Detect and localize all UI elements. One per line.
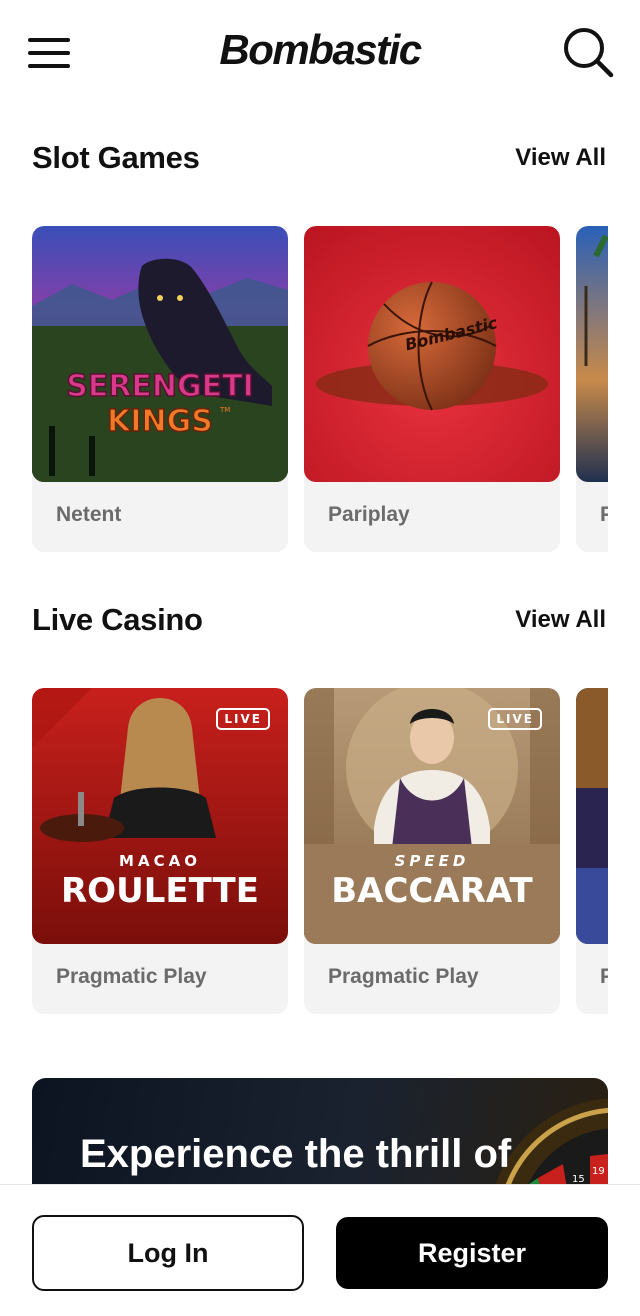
game-thumbnail — [576, 226, 608, 482]
section-title-slot-games: Slot Games — [32, 140, 200, 175]
game-provider-label: P — [600, 965, 608, 988]
game-provider-label: Netent — [56, 503, 122, 526]
banner-headline: Experience the thrill of — [80, 1132, 512, 1176]
art-text-serengeti: SERENGETI — [66, 369, 254, 404]
view-all-live-casino-link[interactable]: View All — [515, 606, 606, 634]
game-thumbnail: SERENGETI KINGS TM — [32, 226, 288, 482]
view-all-slot-games-link[interactable]: View All — [515, 144, 606, 172]
game-provider-label: Pragmatic Play — [56, 965, 207, 988]
section-title-live-casino: Live Casino — [32, 602, 203, 637]
game-thumbnail: MACAO ROULETTE LIVE — [32, 688, 288, 944]
art-text-kings: KINGS — [107, 404, 213, 439]
game-thumbnail: Bombastic — [304, 226, 560, 482]
logo[interactable]: Bombastic — [0, 26, 640, 74]
art-text-trademark: TM — [219, 406, 230, 414]
game-provider-label: Pariplay — [328, 503, 410, 526]
art-text-macao: MACAO — [119, 852, 201, 870]
game-card-partial[interactable]: P — [576, 226, 608, 552]
live-badge: LIVE — [488, 708, 542, 730]
game-provider-label: Pragmatic Play — [328, 965, 479, 988]
header: Bombastic — [0, 0, 640, 100]
game-thumbnail: SPEED BACCARAT LIVE — [304, 688, 560, 944]
game-thumbnail — [576, 688, 608, 944]
roulette-number: 19 — [592, 1166, 605, 1177]
game-card-speed-baccarat[interactable]: SPEED BACCARAT LIVE Pragmatic Play — [304, 688, 560, 1014]
art-text-speed: SPEED — [395, 852, 470, 870]
game-card-serengeti-kings[interactable]: SERENGETI KINGS TM Netent — [32, 226, 288, 552]
art-text-baccarat: BACCARAT — [331, 871, 533, 911]
register-button[interactable]: Register — [336, 1217, 608, 1289]
game-provider-label: P — [600, 503, 608, 526]
game-card-bombastic-basketball[interactable]: Bombastic Pariplay — [304, 226, 560, 552]
search-icon[interactable] — [562, 26, 614, 78]
art-text-roulette: ROULETTE — [61, 871, 259, 911]
game-card-partial[interactable]: P — [576, 688, 608, 1014]
login-button[interactable]: Log In — [32, 1215, 304, 1291]
slot-games-carousel[interactable]: SERENGETI KINGS TM Netent Bombastic Pari… — [32, 226, 608, 552]
live-casino-carousel[interactable]: MACAO ROULETTE LIVE Pragmatic Play SPEED… — [32, 688, 608, 1014]
live-badge: LIVE — [216, 708, 270, 730]
auth-footer: Log In Register — [0, 1184, 640, 1316]
game-card-macao-roulette[interactable]: MACAO ROULETTE LIVE Pragmatic Play — [32, 688, 288, 1014]
